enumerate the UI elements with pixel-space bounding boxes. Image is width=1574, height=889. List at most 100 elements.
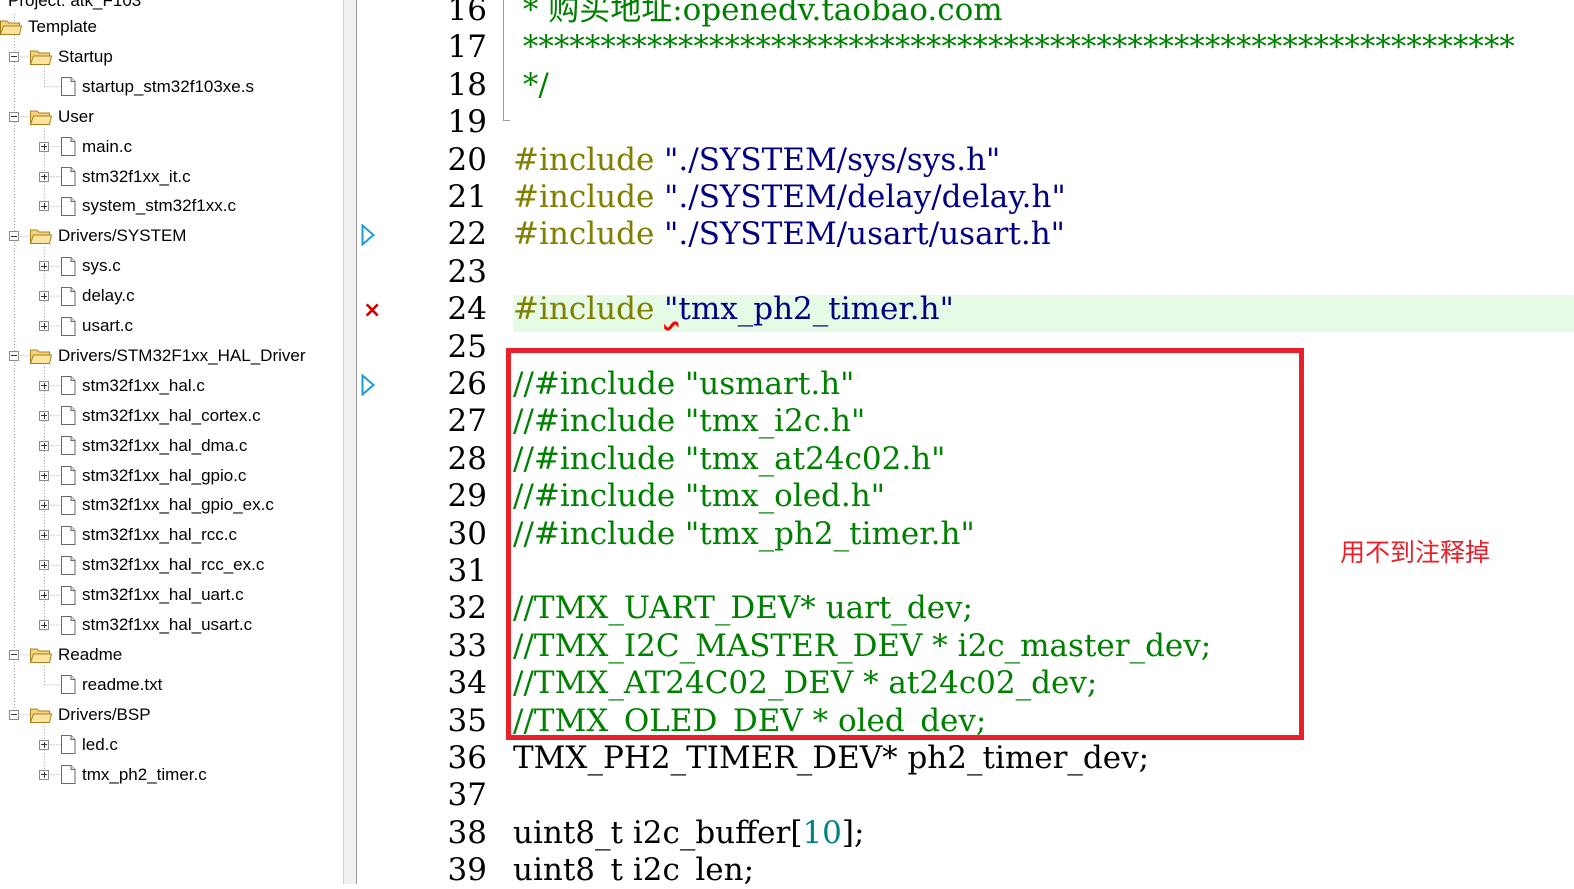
tree-file-item[interactable]: stm32f1xx_hal_gpio_ex.c xyxy=(39,492,274,518)
bookmark-arrow-icon[interactable] xyxy=(361,223,376,248)
code-line[interactable]: uint8_t i2c_buffer[10]; xyxy=(513,815,864,852)
folder-open-icon xyxy=(29,228,53,245)
bookmark-arrow-icon[interactable] xyxy=(361,373,376,397)
folder-open-icon xyxy=(29,49,53,65)
line-number: 34 xyxy=(447,665,487,702)
tree-file-item[interactable]: usart.c xyxy=(39,313,134,339)
expand-toggle-icon[interactable] xyxy=(39,410,49,421)
code-line[interactable]: TMX_PH2_TIMER_DEV* ph2_timer_dev; xyxy=(513,740,1149,777)
code-line[interactable]: uint8_t i2c_len; xyxy=(513,852,754,884)
expand-toggle-icon[interactable] xyxy=(39,560,49,571)
panel-splitter[interactable] xyxy=(343,0,357,884)
tree-file-item[interactable]: system_stm32f1xx.c xyxy=(39,193,236,219)
tree-item-label: system_stm32f1xx.c xyxy=(82,196,236,216)
tree-group-item[interactable]: Drivers/SYSTEM xyxy=(9,223,186,249)
code-token: " xyxy=(664,291,679,328)
tree-file-item[interactable]: readme.txt xyxy=(60,672,162,698)
tree-item-label: Startup xyxy=(58,46,113,66)
expand-toggle-icon[interactable] xyxy=(39,261,49,272)
collapse-toggle-icon[interactable] xyxy=(9,231,19,242)
tree-root-item[interactable]: Template xyxy=(0,14,97,40)
tree-file-item[interactable]: stm32f1xx_hal_gpio.c xyxy=(39,463,246,489)
tree-file-item[interactable]: stm32f1xx_it.c xyxy=(39,164,191,190)
tree-group-item[interactable]: Drivers/STM32F1xx_HAL_Driver xyxy=(9,343,306,369)
tree-item-label: usart.c xyxy=(82,316,134,335)
tree-item-label: tmx_ph2_timer.c xyxy=(82,764,207,784)
file-icon xyxy=(60,196,76,216)
line-number: 35 xyxy=(447,702,487,739)
expand-toggle-icon[interactable] xyxy=(39,500,49,511)
expand-toggle-icon[interactable] xyxy=(39,739,49,750)
line-number: 30 xyxy=(447,515,487,552)
expand-toggle-icon[interactable] xyxy=(39,321,49,331)
tree-file-item[interactable]: tmx_ph2_timer.c xyxy=(39,762,207,788)
line-number: 27 xyxy=(447,403,487,440)
expand-toggle-icon[interactable] xyxy=(39,590,49,601)
file-icon xyxy=(60,77,76,97)
tree-group-item[interactable]: Readme xyxy=(9,642,122,668)
tree-item-label: Drivers/BSP xyxy=(58,704,151,724)
code-line[interactable]: * 购买地址:openedv.taobao.com xyxy=(513,0,1003,29)
tree-item-label: readme.txt xyxy=(82,674,163,694)
code-line[interactable]: #include "./SYSTEM/usart/usart.h" xyxy=(513,216,1065,253)
collapse-toggle-icon[interactable] xyxy=(9,51,19,62)
expand-toggle-icon[interactable] xyxy=(39,769,49,780)
tree-item-label: main.c xyxy=(82,136,133,156)
tree-file-item[interactable]: main.c xyxy=(39,134,133,160)
file-icon xyxy=(60,406,76,426)
tree-item-label: stm32f1xx_hal.c xyxy=(82,375,205,395)
tree-file-item[interactable]: stm32f1xx_hal_uart.c xyxy=(39,582,244,608)
expand-toggle-icon[interactable] xyxy=(39,201,49,212)
tree-item-label: User xyxy=(58,106,94,126)
tree-item-label: stm32f1xx_it.c xyxy=(82,166,191,186)
tree-file-item[interactable]: stm32f1xx_hal_rcc.c xyxy=(39,522,237,548)
tree-item-label: stm32f1xx_hal_rcc_ex.c xyxy=(82,555,265,575)
code-line[interactable]: */ xyxy=(513,67,549,104)
tree-group-item[interactable]: Startup xyxy=(9,44,113,70)
collapse-toggle-icon[interactable] xyxy=(9,350,19,361)
folder-open-icon xyxy=(29,109,53,125)
expand-toggle-icon[interactable] xyxy=(39,141,49,152)
tree-file-item[interactable]: stm32f1xx_hal_rcc_ex.c xyxy=(39,552,265,578)
tree-file-item[interactable]: led.c xyxy=(39,732,118,758)
line-number: 31 xyxy=(447,553,487,589)
collapse-toggle-icon[interactable] xyxy=(9,111,19,122)
expand-toggle-icon[interactable] xyxy=(39,440,49,451)
tree-group-item[interactable]: User xyxy=(9,104,94,130)
expand-toggle-icon[interactable] xyxy=(39,530,49,541)
error-x-icon: × xyxy=(363,298,382,324)
collapse-toggle-icon[interactable] xyxy=(9,709,19,720)
tree-item-label: stm32f1xx_hal_uart.c xyxy=(82,585,244,605)
expand-toggle-icon[interactable] xyxy=(39,380,49,391)
line-number: 39 xyxy=(447,852,487,889)
tree-item-label: Drivers/STM32F1xx_HAL_Driver xyxy=(58,345,306,365)
expand-toggle-icon[interactable] xyxy=(39,620,49,630)
file-icon xyxy=(60,316,76,336)
tree-file-item[interactable]: stm32f1xx_hal_dma.c xyxy=(39,433,248,459)
collapse-toggle-icon[interactable] xyxy=(9,649,19,660)
tree-item-label: led.c xyxy=(82,734,118,754)
code-line[interactable]: #include "./SYSTEM/delay/delay.h" xyxy=(513,179,1066,216)
fold-bracket xyxy=(503,0,510,121)
folder-open-icon xyxy=(29,707,53,723)
file-icon xyxy=(60,555,76,575)
tree-file-item[interactable]: delay.c xyxy=(39,283,135,309)
code-line[interactable]: #include "./SYSTEM/sys/sys.h" xyxy=(513,142,1000,179)
code-token: uint8_t i2c_len; xyxy=(513,852,755,884)
expand-toggle-icon[interactable] xyxy=(39,470,49,481)
tree-item-label: stm32f1xx_hal_dma.c xyxy=(82,435,248,455)
tree-file-item[interactable]: stm32f1xx_hal_usart.c xyxy=(39,612,252,638)
code-token: #include xyxy=(513,216,665,253)
tree-file-item[interactable]: stm32f1xx_hal.c xyxy=(39,373,205,399)
expand-toggle-icon[interactable] xyxy=(39,291,49,302)
expand-toggle-icon[interactable] xyxy=(39,171,49,182)
code-line[interactable]: ****************************************… xyxy=(513,29,1515,66)
tree-file-item[interactable]: startup_stm32f103xe.s xyxy=(60,74,254,100)
tree-file-item[interactable]: stm32f1xx_hal_cortex.c xyxy=(39,403,261,429)
code-token: uint8_t i2c_buffer[ xyxy=(513,814,803,851)
tree-group-item[interactable]: Drivers/BSP xyxy=(9,702,151,728)
code-line[interactable]: #include "tmx_ph2_timer.h" xyxy=(513,291,954,328)
annotation-note: 用不到注释掉 xyxy=(1340,538,1491,567)
line-number: 36 xyxy=(447,740,487,776)
tree-file-item[interactable]: sys.c xyxy=(39,253,121,279)
